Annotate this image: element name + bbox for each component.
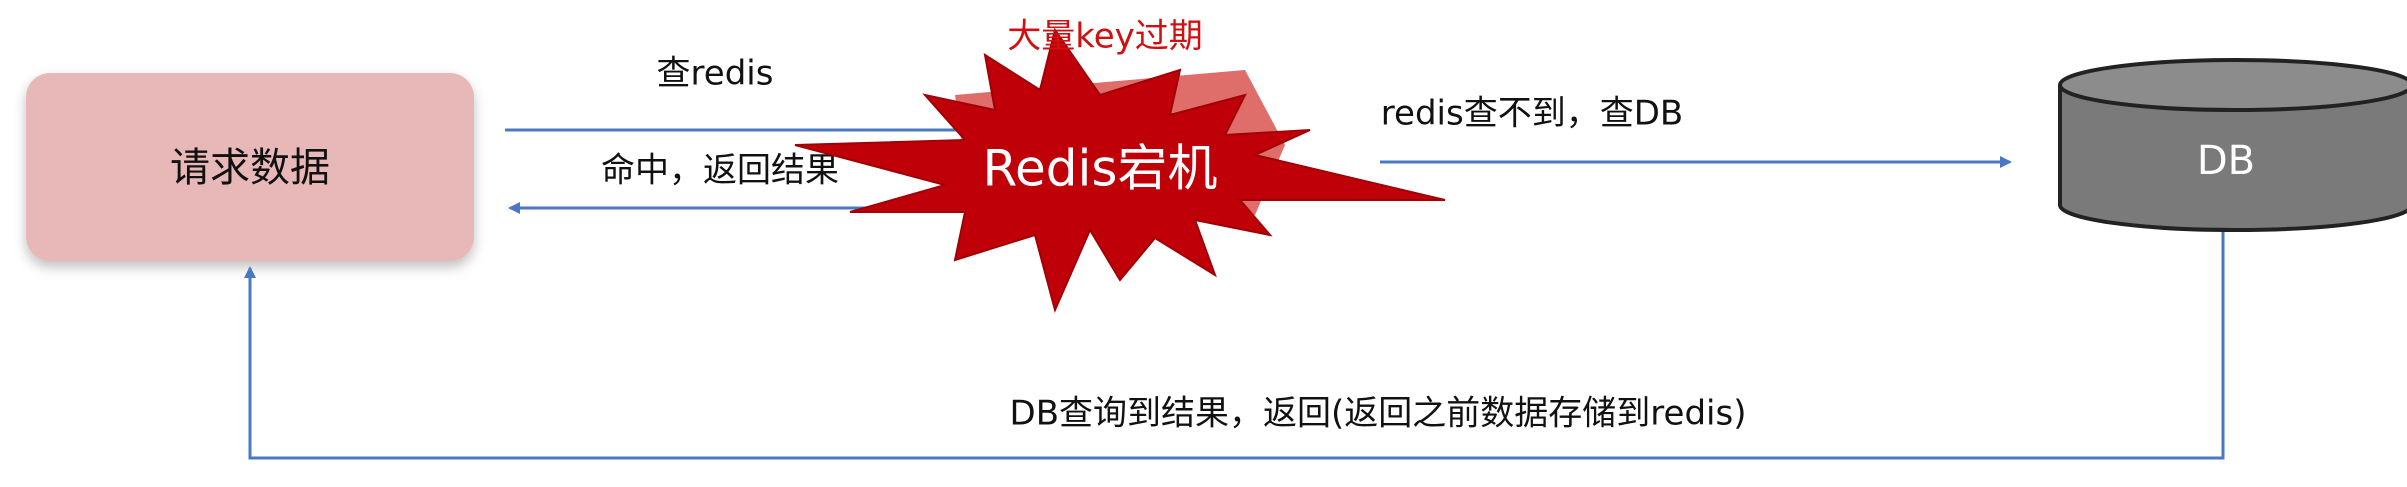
db-node: DB	[2058, 58, 2407, 232]
client-node: 请求数据	[26, 73, 474, 261]
label-db-return: DB查询到结果，返回(返回之前数据存储到redis)	[1010, 394, 1747, 434]
redis-down-burst: Redis宕机	[794, 27, 1446, 314]
client-label: 请求数据	[170, 145, 330, 191]
label-query-redis: 查redis	[657, 54, 774, 94]
db-label: DB	[2197, 138, 2255, 184]
cache-avalanche-diagram: 请求数据 查redis 命中，返回结果 redis查不到，查DB DB查询到结果…	[26, 17, 2407, 460]
db-cylinder-top	[2058, 58, 2407, 112]
keys-expired-banner: 大量key过期	[1007, 17, 1203, 57]
label-hit-return: 命中，返回结果	[601, 151, 839, 191]
redis-down-label: Redis宕机	[983, 140, 1218, 198]
label-redis-miss: redis查不到，查DB	[1381, 94, 1683, 134]
